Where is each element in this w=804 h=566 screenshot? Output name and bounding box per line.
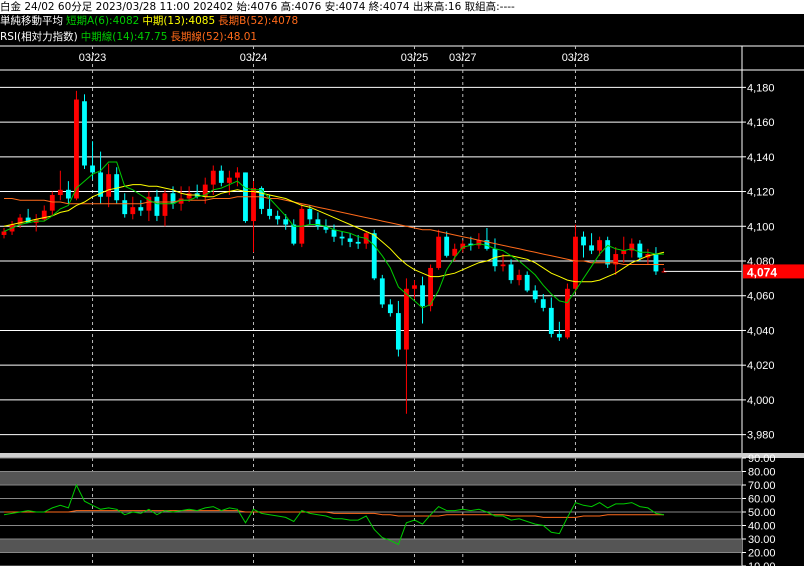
price-tick-label: 4,040: [747, 325, 775, 337]
price-tick-label: 4,140: [747, 152, 775, 164]
candle-up: [621, 250, 627, 255]
price-tick-label: 4,100: [747, 221, 775, 233]
candle-down: [387, 304, 393, 314]
candle-up: [251, 188, 256, 222]
candle-up: [226, 177, 232, 183]
candle-up: [1, 231, 7, 235]
price-tick-label: 4,060: [747, 291, 775, 303]
candle-down: [540, 299, 546, 308]
rsi-tick-label: 60.00: [748, 494, 776, 506]
candle-down: [65, 189, 71, 199]
rsi-tick-label: 40.00: [748, 521, 776, 533]
rsi-tick-label: 20.00: [748, 548, 776, 560]
rsi-tick-label: 80.00: [748, 467, 776, 479]
candle-up: [162, 193, 168, 216]
price-tick-label: 3,980: [747, 430, 775, 442]
candle-down: [355, 241, 361, 244]
price-tick-label: 4,020: [747, 360, 775, 372]
candle-down: [275, 215, 281, 220]
candle-up: [436, 236, 442, 268]
candle-down: [444, 236, 450, 256]
rsi-shaded-band: [0, 539, 742, 553]
last-price-label: 4,074: [747, 265, 777, 279]
candle-down: [589, 245, 594, 251]
candle-down: [508, 264, 514, 281]
candle-up: [74, 99, 79, 199]
rsi-shaded-band: [0, 471, 742, 485]
candle-down: [637, 243, 643, 258]
candle-up: [565, 288, 570, 338]
rsi-tick-label: 70.00: [748, 480, 776, 492]
date-tick-label: 03/24: [240, 52, 268, 64]
date-tick-label: 03/25: [401, 52, 429, 64]
candle-down: [82, 101, 87, 166]
candle-down: [339, 236, 345, 239]
date-tick-label: 03/28: [562, 52, 590, 64]
rsi-mid-line: [3, 483, 665, 546]
candle-down: [371, 233, 377, 279]
candle-down: [267, 208, 273, 216]
candle-down: [605, 240, 611, 265]
candle-down: [379, 278, 385, 305]
candle-up: [597, 240, 603, 251]
candle-up: [130, 207, 136, 215]
panel-divider[interactable]: [0, 453, 804, 458]
price-tick-label: 4,180: [747, 82, 775, 94]
rsi-tick-label: 30.00: [748, 534, 776, 546]
date-tick-label: 03/27: [449, 52, 477, 64]
price-tick-label: 4,160: [747, 117, 775, 129]
candle-down: [283, 219, 289, 225]
candle-down: [347, 238, 353, 242]
candle-up: [500, 264, 506, 267]
candle-up: [412, 285, 417, 289]
candle-down: [524, 274, 530, 291]
candle-down: [90, 165, 95, 173]
candle-up: [404, 288, 409, 350]
candle-down: [581, 236, 586, 246]
candle-down: [307, 208, 313, 220]
candle-down: [154, 196, 160, 216]
candle-up: [49, 195, 55, 211]
candle-down: [114, 174, 120, 201]
rsi-tick-label: 50.00: [748, 507, 776, 519]
rsi-tick-label: 10.00: [748, 561, 776, 566]
rsi-tick-label: 90.00: [748, 453, 776, 465]
candle-down: [138, 207, 144, 211]
candle-down: [548, 307, 554, 334]
price-chart[interactable]: 03/23 03/24 03/25 03/27 03/28 3,980 4,000 4,020…: [0, 0, 804, 566]
candle-down: [420, 285, 425, 307]
candle-up: [210, 170, 216, 185]
candle-down: [532, 290, 538, 300]
candle-down: [291, 224, 297, 244]
candle-down: [653, 254, 659, 272]
price-tick-label: 4,120: [747, 187, 775, 199]
price-tick-label: 4,000: [747, 395, 775, 407]
candle-down: [122, 200, 128, 215]
candle-up: [516, 274, 522, 281]
candle-up: [186, 193, 192, 199]
candle-down: [331, 229, 337, 237]
candle-down: [556, 333, 562, 338]
candle-down: [218, 170, 224, 183]
candle-up: [428, 267, 433, 307]
candle-down: [395, 313, 401, 350]
candle-up: [57, 189, 63, 196]
candle-up: [106, 174, 112, 197]
date-tick-label: 03/23: [79, 52, 107, 64]
candle-up: [235, 172, 240, 178]
